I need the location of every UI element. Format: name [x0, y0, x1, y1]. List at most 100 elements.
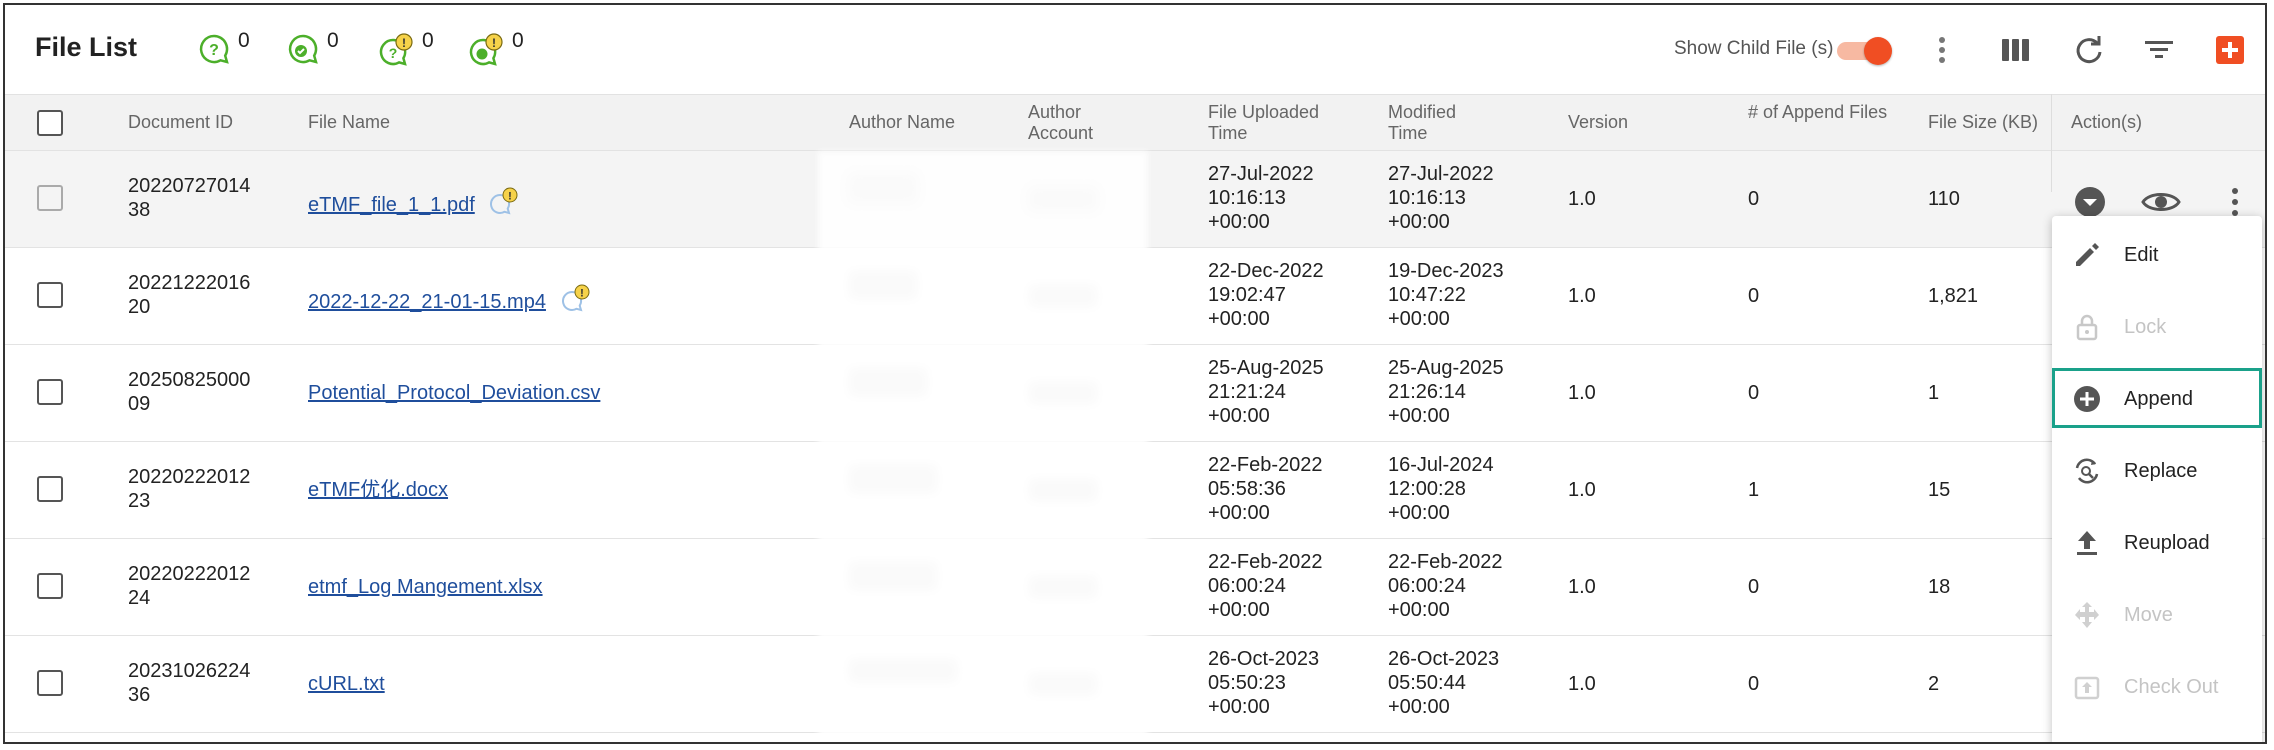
- svg-text:?: ?: [389, 45, 398, 61]
- warning-check-bubble-icon: !: [469, 33, 503, 66]
- column-header[interactable]: Version: [1568, 112, 1628, 133]
- menu-item-edit[interactable]: Edit: [2052, 224, 2262, 284]
- document-id-cell: 20250825000 09: [128, 368, 250, 416]
- uploaded-cell: 22-Dec-2022 19:02:47 +00:00: [1208, 259, 1324, 331]
- svg-text:!: !: [580, 288, 584, 300]
- modified-cell: 22-Feb-2022 06:00:24 +00:00: [1388, 550, 1503, 622]
- uploaded-time: 05:58:36: [1208, 478, 1286, 500]
- show-child-files-toggle[interactable]: [1833, 37, 1893, 65]
- menu-item-label: Edit: [2124, 244, 2159, 266]
- svg-text:!: !: [492, 36, 496, 50]
- menu-item-label: Reupload: [2124, 532, 2210, 554]
- check-out-icon: [2074, 676, 2100, 700]
- comment-warning-icon[interactable]: !: [560, 284, 592, 312]
- append-count-cell: 0: [1748, 382, 1760, 404]
- row-checkbox[interactable]: [37, 282, 63, 308]
- menu-item-lock[interactable]: Lock: [2052, 296, 2262, 356]
- document-id-line: 20220222012: [128, 466, 251, 488]
- column-header[interactable]: File Size (KB): [1928, 112, 2038, 133]
- menu-item-move[interactable]: Move: [2052, 584, 2262, 644]
- document-id-line: 20220727014: [128, 175, 251, 197]
- counter-value: 0: [238, 29, 250, 52]
- modified-cell: 16-Jul-2024 12:00:28 +00:00: [1388, 453, 1494, 525]
- version-cell: 1.0: [1568, 285, 1596, 307]
- uploaded-time: 10:16:13: [1208, 187, 1286, 209]
- column-header[interactable]: File Uploaded Time: [1208, 102, 1348, 144]
- row-checkbox[interactable]: [37, 670, 63, 696]
- uploaded-zone: +00:00: [1208, 308, 1270, 330]
- view-icon[interactable]: [2141, 185, 2181, 219]
- select-all-checkbox[interactable]: [37, 110, 63, 136]
- column-header[interactable]: Modified Time: [1388, 102, 1498, 144]
- file-size-cell: 1,821: [1928, 285, 1979, 307]
- column-header[interactable]: Document ID: [128, 112, 233, 133]
- filter-icon[interactable]: [2143, 33, 2175, 67]
- uploaded-time: 21:21:24: [1208, 381, 1286, 403]
- modified-cell: 25-Aug-2025 21:26:14 +00:00: [1388, 356, 1504, 428]
- menu-item-append[interactable]: Append: [2052, 368, 2262, 428]
- refresh-icon[interactable]: [2073, 33, 2105, 67]
- document-id-line: 20231026224: [128, 660, 251, 682]
- modified-time: 21:26:14: [1388, 381, 1466, 403]
- replace-icon: [2075, 458, 2099, 484]
- file-name-link[interactable]: eTMF_file_1_1.pdf: [308, 194, 475, 216]
- file-name-link[interactable]: 2022-12-22_21-01-15.mp4: [308, 291, 546, 313]
- question-bubble-icon: ?: [199, 34, 229, 64]
- column-header[interactable]: # of Append Files: [1748, 102, 1888, 123]
- file-name-link[interactable]: etmf_Log Mangement.xlsx: [308, 576, 543, 598]
- modified-cell: 19-Dec-2023 10:47:22 +00:00: [1388, 259, 1504, 331]
- row-action-menu: Edit Lock Append Replace Reupload Move C…: [2052, 216, 2262, 742]
- file-name-cell: eTMF优化.docx: [308, 478, 448, 502]
- upload-icon: [2077, 531, 2097, 555]
- row-more-icon[interactable]: [2225, 185, 2245, 219]
- document-id-line: 20221222016: [128, 272, 251, 294]
- counter-question[interactable]: ? 0: [198, 29, 250, 65]
- version-cell: 1.0: [1568, 479, 1596, 501]
- menu-item-reupload[interactable]: Reupload: [2052, 512, 2262, 572]
- columns-icon[interactable]: [2000, 33, 2032, 67]
- counter-warning-check[interactable]: ! 0: [468, 29, 524, 69]
- row-checkbox[interactable]: [37, 573, 63, 599]
- document-id-cell: 20221222016 20: [128, 271, 250, 319]
- file-name-link[interactable]: Potential_Protocol_Deviation.csv: [308, 382, 600, 404]
- column-header[interactable]: Author Name: [849, 112, 955, 133]
- svg-text:!: !: [402, 36, 406, 50]
- modified-cell: 27-Jul-2022 10:16:13 +00:00: [1388, 162, 1494, 234]
- counter-warning-question[interactable]: ? ! 0: [378, 29, 434, 69]
- modified-date: 25-Aug-2025: [1388, 357, 1504, 379]
- redacted-author-region: [818, 151, 1148, 741]
- uploaded-date: 25-Aug-2025: [1208, 357, 1324, 379]
- menu-item-check-out[interactable]: Check Out: [2052, 656, 2262, 716]
- comment-warning-icon[interactable]: !: [488, 187, 520, 215]
- file-name-cell: 2022-12-22_21-01-15.mp4 !: [308, 284, 592, 314]
- expand-actions-icon[interactable]: [2073, 185, 2107, 219]
- add-icon[interactable]: [2215, 33, 2245, 67]
- lock-icon: [2076, 314, 2098, 341]
- modified-time: 10:16:13: [1388, 187, 1466, 209]
- row-checkbox[interactable]: [37, 379, 63, 405]
- file-name-link[interactable]: cURL.txt: [308, 673, 385, 695]
- more-vertical-icon[interactable]: [1930, 33, 1954, 67]
- modified-date: 16-Jul-2024: [1388, 454, 1494, 476]
- file-name-cell: Potential_Protocol_Deviation.csv: [308, 381, 600, 405]
- counter-check[interactable]: 0: [287, 29, 339, 65]
- modified-date: 19-Dec-2023: [1388, 260, 1504, 282]
- column-header[interactable]: Author Account: [1028, 102, 1138, 144]
- file-list-panel: File List ? 0 0 ? ! 0 ! 0 Show Child Fil…: [3, 3, 2267, 744]
- document-id-line: 09: [128, 393, 151, 415]
- file-name-cell: etmf_Log Mangement.xlsx: [308, 575, 543, 599]
- menu-item-label: Move: [2124, 604, 2173, 626]
- row-checkbox[interactable]: [37, 185, 63, 211]
- modified-date: 27-Jul-2022: [1388, 163, 1494, 185]
- menu-item-replace[interactable]: Replace: [2052, 440, 2262, 500]
- version-cell: 1.0: [1568, 576, 1596, 598]
- uploaded-cell: 22-Feb-2022 05:58:36 +00:00: [1208, 453, 1323, 525]
- uploaded-time: 19:02:47: [1208, 284, 1286, 306]
- row-checkbox[interactable]: [37, 476, 63, 502]
- file-name-link[interactable]: eTMF优化.docx: [308, 479, 448, 501]
- column-header[interactable]: File Name: [308, 112, 390, 133]
- uploaded-zone: +00:00: [1208, 599, 1270, 621]
- pencil-icon: [2076, 243, 2099, 266]
- append-count-cell: 0: [1748, 576, 1760, 598]
- modified-zone: +00:00: [1388, 405, 1450, 427]
